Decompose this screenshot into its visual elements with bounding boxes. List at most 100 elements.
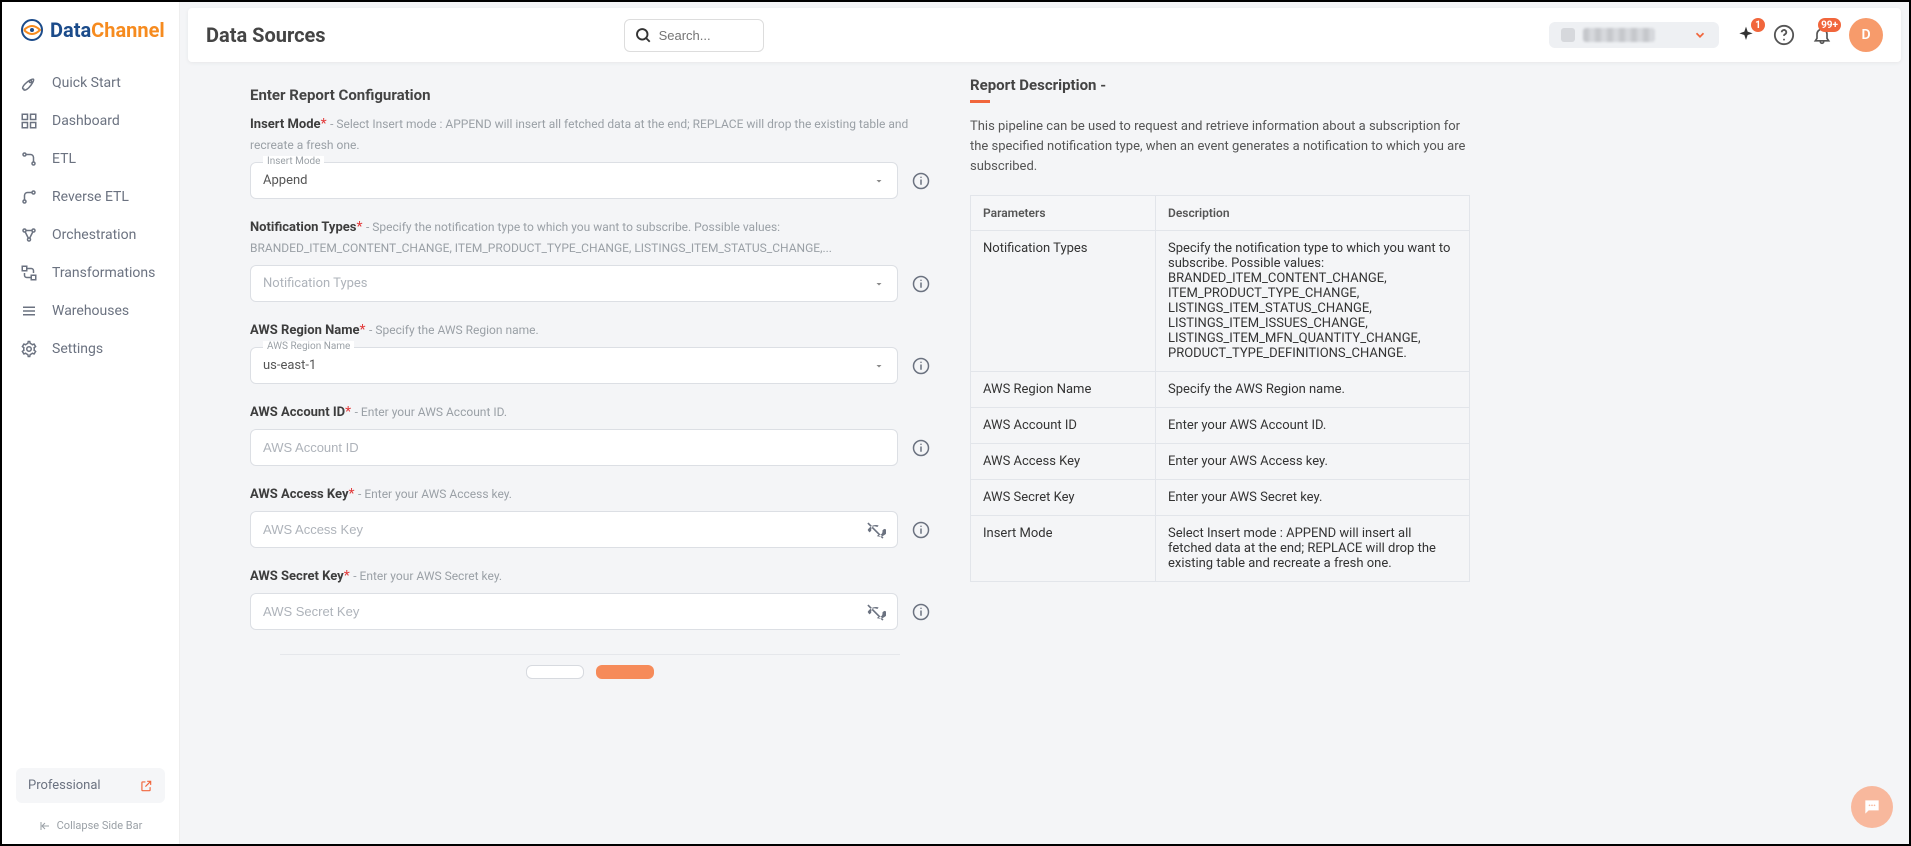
parameters-header: Parameters (971, 196, 1156, 231)
orchestration-icon (20, 226, 38, 244)
sidebar-item-dashboard[interactable]: Dashboard (2, 102, 179, 140)
chat-bubble-button[interactable] (1851, 786, 1893, 828)
description-header: Description (1156, 196, 1470, 231)
table-row: Insert ModeSelect Insert mode : APPEND w… (971, 516, 1470, 582)
notification-types-placeholder: Notification Types (263, 276, 368, 291)
table-row: AWS Secret KeyEnter your AWS Secret key. (971, 480, 1470, 516)
form-title: Enter Report Configuration (250, 86, 930, 104)
aws-account-id-help: - Enter your AWS Account ID. (355, 405, 507, 419)
sidebar-item-transformations[interactable]: Transformations (2, 254, 179, 292)
table-row: Notification TypesSpecify the notificati… (971, 231, 1470, 372)
sidebar-item-reverse-etl[interactable]: Reverse ETL (2, 178, 179, 216)
sidebar-item-label: Dashboard (52, 113, 120, 129)
table-cell-desc: Enter your AWS Secret key. (1156, 480, 1470, 516)
notification-types-label: Notification Types (250, 220, 356, 235)
sidebar-item-label: Reverse ETL (52, 189, 129, 205)
sidebar-item-label: Transformations (52, 265, 155, 281)
table-cell-param: AWS Secret Key (971, 480, 1156, 516)
caret-down-icon (873, 175, 885, 187)
table-row: AWS Region NameSpecify the AWS Region na… (971, 372, 1470, 408)
table-cell-desc: Specify the notification type to which y… (1156, 231, 1470, 372)
aws-secret-key-help: - Enter your AWS Secret key. (353, 569, 502, 583)
insert-mode-select[interactable]: Insert Mode Append (250, 162, 898, 199)
aws-access-key-input[interactable] (250, 511, 898, 548)
sidebar-item-etl[interactable]: ETL (2, 140, 179, 178)
info-icon[interactable] (912, 521, 930, 539)
topbar: Data Sources 1 (188, 8, 1901, 62)
avatar-initial: D (1861, 27, 1870, 43)
caret-down-icon (873, 360, 885, 372)
table-cell-param: Notification Types (971, 231, 1156, 372)
collapse-label: Collapse Side Bar (57, 819, 143, 832)
table-cell-param: Insert Mode (971, 516, 1156, 582)
workspace-name-hidden (1583, 28, 1655, 42)
visibility-off-icon[interactable] (866, 520, 886, 540)
sidebar-nav: Quick Start Dashboard ETL Reverse ETL Or… (2, 60, 179, 768)
sidebar-item-label: Settings (52, 341, 103, 357)
collapse-sidebar-button[interactable]: Collapse Side Bar (2, 813, 179, 836)
parameters-table: Parameters Description Notification Type… (970, 195, 1470, 582)
search-wrap (624, 19, 764, 52)
sparkle-badge: 1 (1751, 18, 1765, 32)
aws-region-help: - Specify the AWS Region name. (369, 323, 539, 337)
sidebar-item-orchestration[interactable]: Orchestration (2, 216, 179, 254)
insert-mode-float-label: Insert Mode (263, 156, 324, 167)
insert-mode-label: Insert Mode (250, 117, 321, 132)
info-icon[interactable] (912, 172, 930, 190)
page-title: Data Sources (206, 23, 326, 47)
table-cell-param: AWS Account ID (971, 408, 1156, 444)
caret-down-icon (873, 278, 885, 290)
aws-access-key-help: - Enter your AWS Access key. (358, 487, 512, 501)
aws-secret-key-label: AWS Secret Key (250, 569, 344, 584)
sidebar-item-label: Orchestration (52, 227, 136, 243)
table-row: AWS Account IDEnter your AWS Account ID. (971, 408, 1470, 444)
sidebar: DataChannel Quick Start Dashboard ETL Re… (2, 2, 180, 844)
warehouse-icon (20, 302, 38, 320)
visibility-off-icon[interactable] (866, 602, 886, 622)
aws-account-id-input[interactable] (250, 429, 898, 466)
notifications-button[interactable]: 99+ (1811, 24, 1833, 46)
logo: DataChannel (2, 18, 179, 60)
aws-secret-key-input[interactable] (250, 593, 898, 630)
logo-text-1: Data (50, 18, 91, 42)
aws-access-key-label: AWS Access Key (250, 487, 349, 502)
grid-icon (20, 112, 38, 130)
transform-icon (20, 264, 38, 282)
plan-label: Professional (28, 778, 101, 793)
sidebar-item-quick-start[interactable]: Quick Start (2, 64, 179, 102)
accent-bar (970, 100, 990, 103)
sparkle-button[interactable]: 1 (1735, 24, 1757, 46)
table-cell-param: AWS Access Key (971, 444, 1156, 480)
workspace-selector[interactable] (1549, 22, 1719, 48)
sidebar-item-label: ETL (52, 151, 76, 167)
secondary-action-button[interactable] (526, 665, 584, 679)
help-button[interactable] (1773, 24, 1795, 46)
sidebar-item-label: Quick Start (52, 75, 121, 91)
aws-region-label: AWS Region Name (250, 323, 360, 338)
logo-mark-icon (20, 18, 44, 42)
plan-box[interactable]: Professional (16, 768, 165, 803)
info-icon[interactable] (912, 603, 930, 621)
table-cell-desc: Enter your AWS Account ID. (1156, 408, 1470, 444)
rocket-icon (20, 74, 38, 92)
insert-mode-help: - Select Insert mode : APPEND will inser… (250, 117, 908, 152)
aws-region-float-label: AWS Region Name (263, 341, 354, 352)
table-row: AWS Access KeyEnter your AWS Access key. (971, 444, 1470, 480)
aws-account-id-label: AWS Account ID (250, 405, 345, 420)
external-link-icon (139, 779, 153, 793)
info-icon[interactable] (912, 357, 930, 375)
sidebar-item-label: Warehouses (52, 303, 129, 319)
table-cell-desc: Specify the AWS Region name. (1156, 372, 1470, 408)
primary-action-button[interactable] (596, 665, 654, 679)
collapse-icon (39, 820, 51, 832)
info-icon[interactable] (912, 439, 930, 457)
notifications-badge: 99+ (1818, 18, 1841, 32)
sidebar-item-warehouses[interactable]: Warehouses (2, 292, 179, 330)
sidebar-item-settings[interactable]: Settings (2, 330, 179, 368)
aws-region-value: us-east-1 (263, 358, 316, 373)
info-icon[interactable] (912, 275, 930, 293)
aws-region-select[interactable]: AWS Region Name us-east-1 (250, 347, 898, 384)
insert-mode-value: Append (263, 173, 307, 188)
notification-types-select[interactable]: Notification Types (250, 265, 898, 302)
avatar[interactable]: D (1849, 18, 1883, 52)
